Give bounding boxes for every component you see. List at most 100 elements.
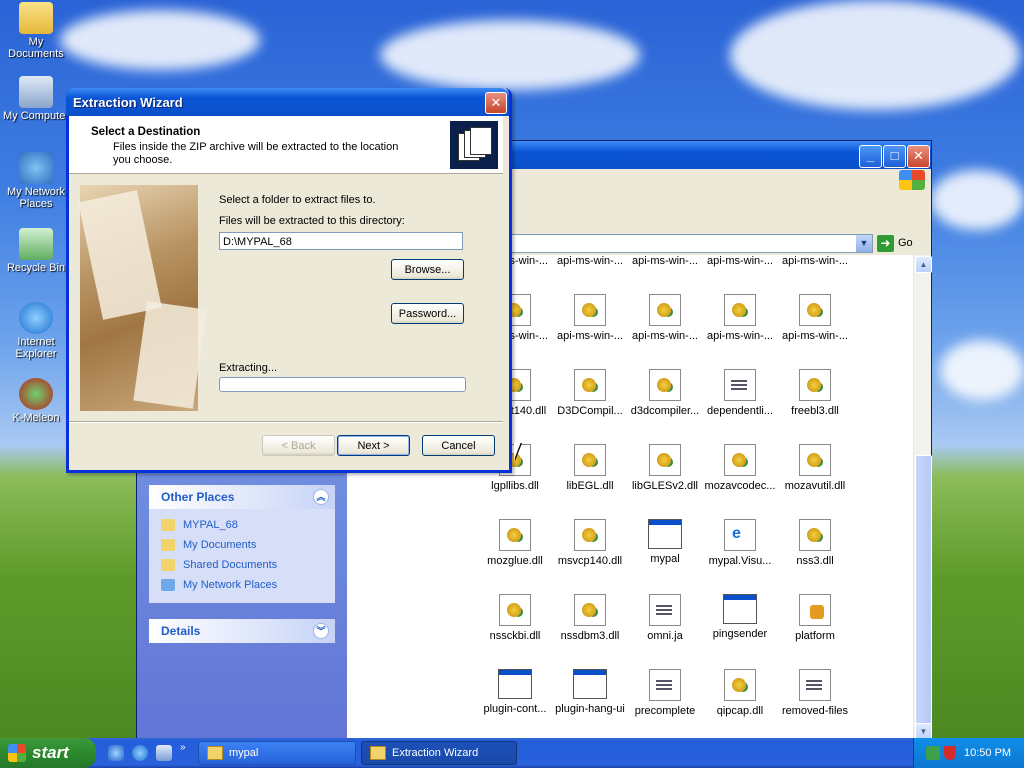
file-name: dependentli... xyxy=(706,405,774,417)
exe-file-icon xyxy=(723,594,757,624)
file-item[interactable]: msvcp140.dll xyxy=(550,519,630,567)
file-item[interactable]: api-ms-win-... xyxy=(700,255,780,267)
file-item[interactable]: mozavutil.dll xyxy=(775,444,855,492)
recycle-bin-icon xyxy=(19,228,53,260)
wizard-step-title: Select a Destination xyxy=(91,126,201,138)
file-name: api-ms-win-... xyxy=(706,255,773,267)
file-item[interactable]: mypal.Visu... xyxy=(700,519,780,567)
place-my-documents[interactable]: My Documents xyxy=(149,535,335,555)
desktop-icon-k-meleon[interactable]: K-Meleon xyxy=(0,378,72,424)
folder-icon xyxy=(161,519,175,531)
file-item[interactable]: api-ms-win-... xyxy=(625,255,705,267)
quicklaunch-mediaplayer-icon[interactable] xyxy=(108,745,124,761)
folder-icon xyxy=(19,2,53,34)
file-item[interactable]: libGLESv2.dll xyxy=(625,444,705,492)
file-item[interactable]: dependentli... xyxy=(700,369,780,417)
minimize-button[interactable]: _ xyxy=(859,145,882,168)
file-name: libGLESv2.dll xyxy=(631,480,699,492)
file-item[interactable]: d3dcompiler... xyxy=(625,369,705,417)
quicklaunch-show-desktop-icon[interactable] xyxy=(156,745,172,761)
dll-file-icon xyxy=(799,294,831,326)
start-button[interactable]: start xyxy=(0,738,96,768)
scroll-up-icon[interactable]: ▲ xyxy=(915,256,932,273)
file-name: mozavutil.dll xyxy=(784,480,846,492)
place-mypal-68[interactable]: MYPAL_68 xyxy=(149,515,335,535)
file-item[interactable]: api-ms-win-... xyxy=(700,294,780,342)
doc-file-icon xyxy=(649,594,681,626)
file-name: mozavcodec... xyxy=(704,480,776,492)
quicklaunch-internet-explorer-icon[interactable] xyxy=(132,745,148,761)
dll-file-icon xyxy=(499,519,531,551)
file-name: api-ms-win-... xyxy=(706,330,773,342)
collapse-chevron-icon[interactable]: ︽ xyxy=(313,489,329,505)
file-name: nssckbi.dll xyxy=(489,630,541,642)
desktop-icon-my-documents[interactable]: My Documents xyxy=(0,2,72,60)
go-button[interactable]: ➜ Go xyxy=(877,234,913,252)
file-item[interactable]: freebl3.dll xyxy=(775,369,855,417)
network-icon xyxy=(161,579,175,591)
file-item[interactable]: mypal xyxy=(625,519,705,565)
file-item[interactable]: platform xyxy=(775,594,855,642)
chevron-down-icon[interactable]: ▼ xyxy=(856,235,872,252)
maximize-button[interactable]: □ xyxy=(883,145,906,168)
exe-file-icon xyxy=(648,519,682,549)
password-button[interactable]: Password... xyxy=(391,303,464,324)
file-item[interactable]: nss3.dll xyxy=(775,519,855,567)
file-name: mypal xyxy=(650,553,680,565)
vertical-scrollbar[interactable]: ▲ ▼ xyxy=(913,255,932,741)
wizard-title: Extraction Wizard xyxy=(73,95,183,110)
file-item[interactable]: nssckbi.dll xyxy=(475,594,555,642)
file-item[interactable]: api-ms-win-... xyxy=(625,294,705,342)
file-item[interactable]: libEGL.dll xyxy=(550,444,630,492)
wizard-step-subtitle: Files inside the ZIP archive will be ext… xyxy=(113,141,399,166)
cancel-button[interactable]: Cancel xyxy=(422,435,495,456)
directory-input[interactable]: D:\MYPAL_68 xyxy=(219,232,463,250)
task-extraction-wizard[interactable]: Extraction Wizard xyxy=(361,741,517,765)
file-item[interactable]: removed-files xyxy=(775,669,855,717)
browse-button[interactable]: Browse... xyxy=(391,259,464,280)
folder-extract-icon xyxy=(450,121,498,169)
file-item[interactable]: api-ms-win-... xyxy=(775,255,855,267)
other-places-header[interactable]: Other Places ︽ xyxy=(149,485,335,509)
file-item[interactable]: plugin-hang-ui xyxy=(550,669,630,715)
file-name: api-ms-win-... xyxy=(631,255,698,267)
taskbar: start » mypal Extraction Wizard 10:50 PM xyxy=(0,738,1024,768)
file-item[interactable]: api-ms-win-... xyxy=(550,294,630,342)
security-shield-icon[interactable] xyxy=(944,746,956,760)
address-input[interactable]: ▼ xyxy=(507,234,873,253)
file-item[interactable]: mozglue.dll xyxy=(475,519,555,567)
folder-icon xyxy=(161,539,175,551)
file-item[interactable]: omni.ja xyxy=(625,594,705,642)
dll-file-icon xyxy=(649,369,681,401)
file-item[interactable]: plugin-cont... xyxy=(475,669,555,715)
scroll-thumb[interactable] xyxy=(915,455,932,727)
task-mypal[interactable]: mypal xyxy=(198,741,356,765)
file-item[interactable]: api-ms-win-... xyxy=(550,255,630,267)
file-item[interactable]: nssdbm3.dll xyxy=(550,594,630,642)
close-button[interactable]: ✕ xyxy=(485,92,507,114)
file-name: pingsender xyxy=(712,628,768,640)
desktop-icon-recycle-bin[interactable]: Recycle Bin xyxy=(0,228,72,274)
next-button[interactable]: Next > xyxy=(337,435,410,456)
place-shared-documents[interactable]: Shared Documents xyxy=(149,555,335,575)
place-my-network-places[interactable]: My Network Places xyxy=(149,575,335,595)
file-item[interactable]: D3DCompil... xyxy=(550,369,630,417)
quicklaunch-chevron-icon[interactable]: » xyxy=(180,742,186,753)
expand-chevron-icon[interactable]: ︾ xyxy=(313,623,329,639)
file-name: msvcp140.dll xyxy=(557,555,623,567)
back-button[interactable]: < Back xyxy=(262,435,335,456)
desktop-icon-internet-explorer[interactable]: Internet Explorer xyxy=(0,302,72,360)
file-item[interactable]: qipcap.dll xyxy=(700,669,780,717)
file-name: api-ms-win-... xyxy=(781,255,848,267)
clock[interactable]: 10:50 PM xyxy=(964,747,1011,759)
details-header[interactable]: Details ︾ xyxy=(149,619,335,643)
desktop-icon-my-computer[interactable]: My Computer xyxy=(0,76,72,122)
network-tray-icon[interactable] xyxy=(926,746,940,760)
explorer-close-button[interactable]: ✕ xyxy=(907,145,930,168)
file-item[interactable]: precomplete xyxy=(625,669,705,717)
wizard-titlebar[interactable]: Extraction Wizard ✕ xyxy=(66,88,509,116)
desktop-icon-my-network-places[interactable]: My Network Places xyxy=(0,152,72,210)
file-item[interactable]: api-ms-win-... xyxy=(775,294,855,342)
file-item[interactable]: mozavcodec... xyxy=(700,444,780,492)
file-item[interactable]: pingsender xyxy=(700,594,780,640)
